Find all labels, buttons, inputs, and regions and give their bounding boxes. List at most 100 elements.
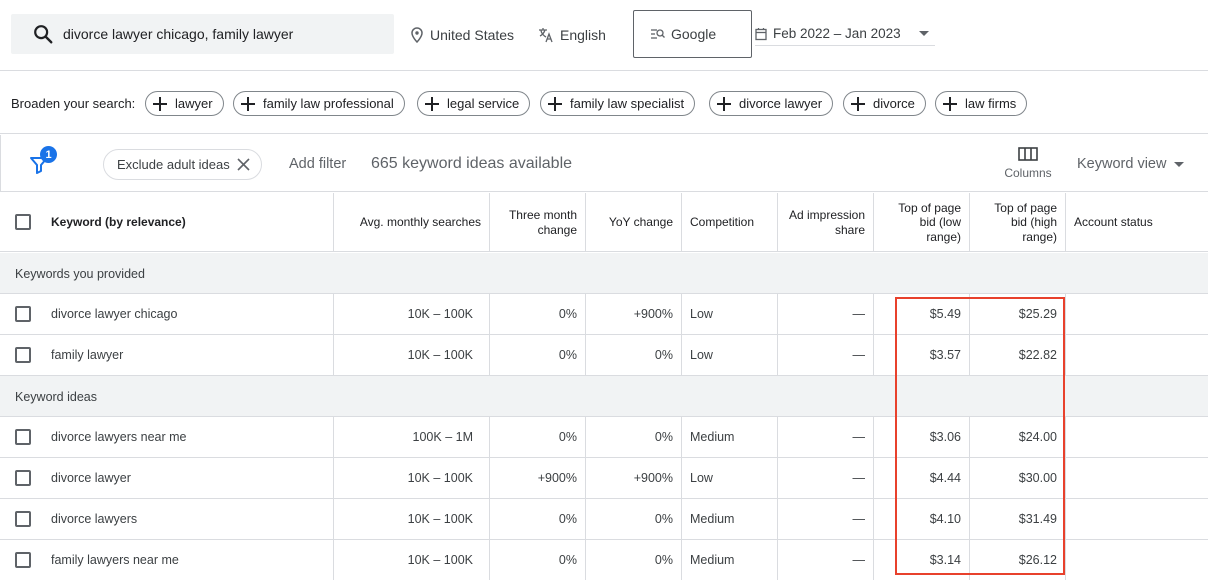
- network-selector[interactable]: Google: [633, 10, 752, 58]
- section-label: Keywords you provided: [15, 267, 145, 281]
- header-yoy-change[interactable]: YoY change: [586, 193, 682, 252]
- competition-cell: Medium: [682, 540, 778, 580]
- ad-impression-share-cell: —: [778, 417, 874, 457]
- account-status-cell: [1066, 294, 1208, 334]
- avg-monthly-searches-cell: 100K – 1M: [334, 417, 490, 457]
- ad-impression-share-cell: —: [778, 294, 874, 334]
- header-ad-impression-share[interactable]: Ad impression share: [778, 193, 874, 252]
- three-month-change-cell: 0%: [490, 335, 586, 375]
- header-line: change: [537, 222, 577, 237]
- header-competition[interactable]: Competition: [682, 193, 778, 252]
- date-range-selector[interactable]: Feb 2022 – Jan 2023: [755, 22, 935, 46]
- row-checkbox[interactable]: [15, 429, 31, 445]
- table-row[interactable]: divorce lawyer chicago 10K – 100K 0% +900% L…: [0, 294, 1208, 335]
- row-checkbox[interactable]: [15, 552, 31, 568]
- broaden-chip-divorce-lawyer[interactable]: divorce lawyer: [709, 91, 834, 116]
- broaden-chip-lawyer[interactable]: lawyer: [145, 91, 224, 116]
- broaden-chip-family-law-specialist[interactable]: family law specialist: [540, 91, 696, 116]
- chip-label: divorce: [873, 96, 915, 111]
- three-month-change-cell: 0%: [490, 540, 586, 580]
- chevron-down-icon: [919, 31, 929, 36]
- network-label: Google: [671, 26, 717, 42]
- broaden-chip-law-firms[interactable]: law firms: [935, 91, 1028, 116]
- header-label: Keyword (by relevance): [51, 215, 186, 230]
- columns-button[interactable]: Columns: [1003, 147, 1053, 180]
- table-row[interactable]: divorce lawyer 10K – 100K +900% +900% Low — $4…: [0, 458, 1208, 499]
- row-checkbox[interactable]: [15, 511, 31, 527]
- keyword-search-box[interactable]: divorce lawyer chicago, family lawyer: [11, 14, 394, 54]
- chip-label: family law specialist: [570, 96, 685, 111]
- row-checkbox[interactable]: [15, 306, 31, 322]
- filter-count-badge: 1: [40, 146, 57, 163]
- header-line: Three month: [508, 208, 577, 223]
- table-row[interactable]: family lawyer 10K – 100K 0% 0% Low — $3.57 $22.…: [0, 335, 1208, 376]
- competition-cell: Low: [682, 294, 778, 334]
- keyword-view-selector[interactable]: Keyword view: [1077, 156, 1185, 172]
- yoy-change-cell: 0%: [586, 499, 682, 539]
- plus-icon: [153, 96, 167, 111]
- search-query: divorce lawyer chicago, family lawyer: [63, 26, 294, 42]
- broaden-chip-legal-service[interactable]: legal service: [417, 91, 531, 116]
- header-line: bid (high: [1010, 215, 1057, 230]
- bid-high-cell: $30.00: [970, 458, 1066, 498]
- row-checkbox[interactable]: [15, 470, 31, 486]
- header-avg-monthly-searches[interactable]: Avg. monthly searches: [334, 193, 490, 252]
- header-keyword[interactable]: Keyword (by relevance): [43, 193, 334, 252]
- broaden-chip-divorce[interactable]: divorce: [843, 91, 926, 116]
- avg-monthly-searches-cell: 10K – 100K: [334, 540, 490, 580]
- chip-label: legal service: [447, 96, 520, 111]
- three-month-change-cell: +900%: [490, 458, 586, 498]
- three-month-change-cell: 0%: [490, 499, 586, 539]
- header-line: range): [926, 229, 961, 244]
- chip-label: divorce lawyer: [739, 96, 823, 111]
- plus-icon: [943, 96, 957, 111]
- keyword-cell: divorce lawyer: [43, 458, 334, 498]
- columns-icon: [1018, 147, 1038, 161]
- header-account-status[interactable]: Account status: [1066, 193, 1208, 252]
- exclude-adult-ideas-chip[interactable]: Exclude adult ideas: [103, 149, 262, 180]
- header-label: Ad impression share: [789, 208, 865, 237]
- bid-low-cell: $5.49: [874, 294, 970, 334]
- header-bid-high[interactable]: Top of page bid (high range): [970, 193, 1066, 252]
- bid-low-cell: $3.06: [874, 417, 970, 457]
- yoy-change-cell: +900%: [586, 458, 682, 498]
- chevron-down-icon: [1174, 161, 1185, 167]
- search-icon: [34, 25, 53, 44]
- plus-icon: [241, 96, 255, 111]
- bid-high-cell: $22.82: [970, 335, 1066, 375]
- yoy-change-cell: 0%: [586, 335, 682, 375]
- yoy-change-cell: 0%: [586, 417, 682, 457]
- keyword-count: 665 keyword ideas available: [371, 155, 573, 172]
- add-filter-button[interactable]: Add filter: [289, 156, 346, 172]
- table-row[interactable]: divorce lawyers 10K – 100K 0% 0% Medium — $4.1…: [0, 499, 1208, 540]
- table-row[interactable]: family lawyers near me 10K – 100K 0% 0% Medi…: [0, 540, 1208, 580]
- bid-low-cell: $3.57: [874, 335, 970, 375]
- account-status-cell: [1066, 499, 1208, 539]
- avg-monthly-searches-cell: 10K – 100K: [334, 335, 490, 375]
- broaden-chip-family-law-professional[interactable]: family law professional: [233, 91, 405, 116]
- header-three-month-change[interactable]: Three month change: [490, 193, 586, 252]
- location-label: United States: [430, 27, 515, 43]
- language-selector[interactable]: English: [538, 24, 606, 46]
- header-bid-low[interactable]: Top of page bid (low range): [874, 193, 970, 252]
- location-selector[interactable]: United States: [410, 24, 514, 46]
- select-all-checkbox[interactable]: [15, 214, 31, 230]
- date-range-label: Feb 2022 – Jan 2023: [773, 26, 901, 41]
- keyword-cell: divorce lawyers: [43, 499, 334, 539]
- chip-label: lawyer: [175, 96, 213, 111]
- row-checkbox[interactable]: [15, 347, 31, 363]
- header-label: YoY change: [608, 215, 673, 230]
- yoy-change-cell: 0%: [586, 540, 682, 580]
- header-label: Three month change: [509, 208, 577, 237]
- close-icon[interactable]: [237, 158, 250, 171]
- ad-impression-share-cell: —: [778, 540, 874, 580]
- bid-high-cell: $24.00: [970, 417, 1066, 457]
- competition-cell: Medium: [682, 499, 778, 539]
- header-label: Top of page bid (low range): [898, 201, 961, 244]
- location-pin-icon: [411, 27, 423, 43]
- header-label: Top of page bid (high range): [994, 201, 1057, 244]
- table-row[interactable]: divorce lawyers near me 100K – 1M 0% 0% Medi…: [0, 417, 1208, 458]
- translate-icon: [539, 28, 553, 43]
- bid-high-cell: $25.29: [970, 294, 1066, 334]
- chip-label: family law professional: [263, 96, 394, 111]
